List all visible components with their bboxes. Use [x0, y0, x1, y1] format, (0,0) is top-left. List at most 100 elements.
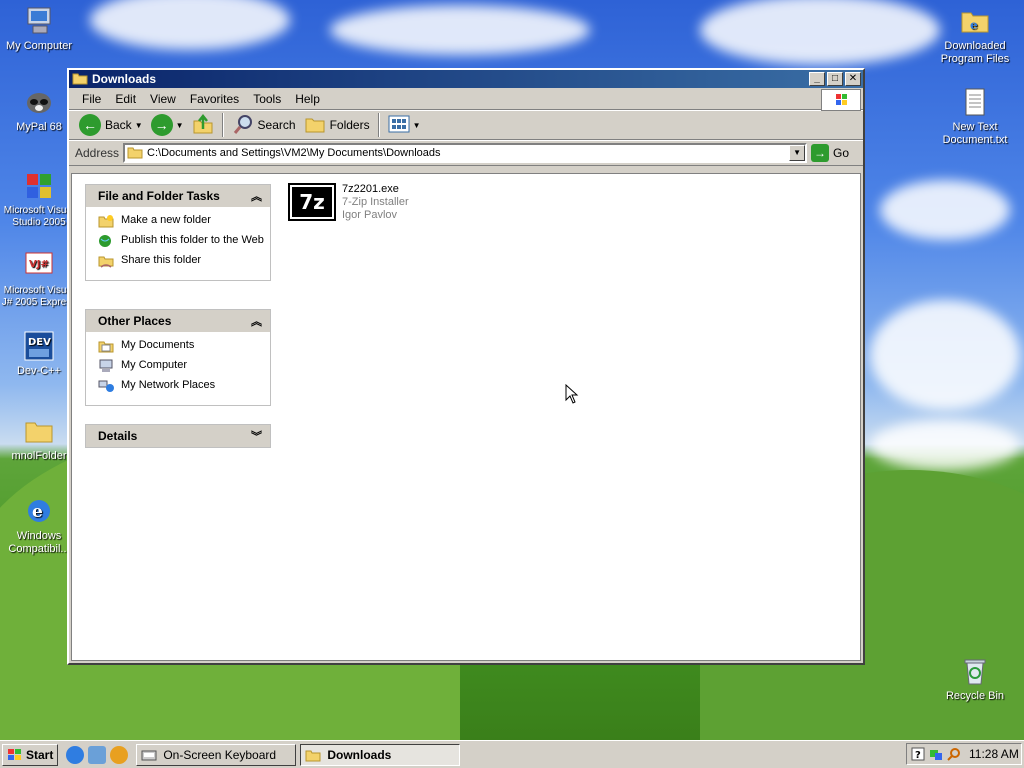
my-network-places-link[interactable]: My Network Places	[98, 379, 270, 393]
desktop-icon-label: Dev-C++	[16, 365, 62, 377]
search-button[interactable]: Search	[228, 112, 300, 138]
address-label: Address	[75, 146, 120, 160]
cloud	[870, 300, 1020, 410]
up-folder-button[interactable]	[188, 112, 218, 138]
network-icon	[98, 379, 114, 393]
desktop-icon-label: My Computer	[5, 40, 73, 52]
folders-button[interactable]: Folders	[300, 112, 374, 138]
folder-icon	[305, 748, 321, 762]
address-bar: Address C:\Documents and Settings\VM2\My…	[69, 140, 863, 166]
shared-folder-icon	[98, 254, 114, 268]
quick-launch	[66, 745, 132, 764]
svg-text:e: e	[32, 502, 43, 522]
make-new-folder-link[interactable]: Make a new folder	[98, 214, 270, 228]
menu-view[interactable]: View	[143, 90, 183, 108]
computer-icon	[23, 5, 55, 37]
other-places-pane: Other Places ︽ My Documents My Computer …	[85, 309, 271, 406]
other-places-header[interactable]: Other Places ︽	[86, 310, 270, 332]
my-documents-link[interactable]: My Documents	[98, 339, 270, 353]
task-label: Share this folder	[121, 254, 202, 266]
desktop-icon-recycle-bin[interactable]: Recycle Bin	[937, 655, 1013, 703]
desktop-icon-vjsharp[interactable]: VJ# Microsoft Visual J# 2005 Express	[1, 250, 77, 309]
go-button[interactable]: → Go	[811, 144, 849, 162]
collapse-chevron-icon[interactable]: ︽	[251, 188, 262, 204]
globe-icon	[98, 234, 114, 248]
views-icon	[388, 114, 410, 137]
desktop-icon-my-computer[interactable]: My Computer	[1, 5, 77, 53]
forward-button[interactable]: → ▼	[147, 112, 188, 138]
desktop-icon-mypal[interactable]: MyPal 68	[1, 86, 77, 134]
explorer-window[interactable]: Downloads _ □ ✕ File Edit View Favorites…	[67, 68, 865, 665]
address-input[interactable]: C:\Documents and Settings\VM2\My Documen…	[123, 143, 808, 163]
forward-arrow-icon: →	[150, 114, 173, 136]
help-icon[interactable]: ?	[911, 747, 925, 761]
system-tray: ? 11:28 AM	[906, 743, 1022, 765]
address-value: C:\Documents and Settings\VM2\My Documen…	[147, 147, 441, 159]
taskbar-button-on-screen-keyboard[interactable]: On-Screen Keyboard	[136, 743, 297, 766]
ie-icon: e	[23, 495, 55, 527]
start-button[interactable]: Start	[2, 743, 59, 766]
folder-content-area[interactable]: File and Folder Tasks ︽ Make a new folde…	[71, 173, 861, 661]
pane-title: Details	[98, 429, 138, 443]
desktop-icon-devcpp[interactable]: DEV Dev-C++	[1, 330, 77, 378]
cloud	[330, 5, 590, 55]
desktop-icon-new-text-doc[interactable]: New Text Document.txt	[937, 86, 1013, 147]
search-label: Search	[257, 118, 296, 132]
place-label: My Network Places	[121, 379, 216, 391]
publish-folder-link[interactable]: Publish this folder to the Web	[98, 234, 270, 248]
search-tray-icon[interactable]	[947, 747, 961, 761]
windows-logo-icon	[821, 89, 861, 111]
share-folder-link[interactable]: Share this folder	[98, 254, 270, 268]
documents-folder-icon	[98, 339, 114, 353]
taskbar: Start On-Screen Keyboard Downloads ? 11:…	[0, 740, 1024, 768]
outlook-icon[interactable]	[88, 745, 107, 764]
raccoon-browser-icon	[23, 86, 55, 118]
desktop-icon-mnolfolder[interactable]: mnolFolder	[1, 415, 77, 463]
dropdown-arrow-icon[interactable]: ▼	[176, 121, 184, 130]
back-label: Back	[105, 118, 132, 132]
text-file-icon	[959, 86, 991, 118]
media-player-icon[interactable]	[110, 745, 129, 764]
cloud	[870, 420, 1020, 470]
details-header[interactable]: Details ︾	[86, 425, 270, 447]
back-button[interactable]: ← Back ▼	[75, 112, 147, 138]
folder-up-icon	[192, 113, 214, 138]
folders-label: Folders	[329, 118, 370, 132]
task-label: Downloads	[327, 747, 392, 762]
minimize-button[interactable]: _	[809, 72, 825, 86]
file-folder-tasks-header[interactable]: File and Folder Tasks ︽	[86, 185, 270, 207]
file-item-7z2201[interactable]: 7z 7z2201.exe 7-Zip Installer Igor Pavlo…	[288, 183, 409, 222]
7zip-icon: 7z	[288, 183, 336, 221]
network-status-icon[interactable]	[929, 747, 943, 761]
visual-studio-icon	[23, 170, 55, 202]
clock[interactable]: 11:28 AM	[969, 747, 1019, 761]
address-dropdown-button[interactable]: ▼	[789, 145, 806, 161]
menu-help[interactable]: Help	[288, 90, 327, 108]
ie-folder-icon: e	[959, 5, 991, 37]
task-label: Publish this folder to the Web	[121, 234, 264, 246]
collapse-chevron-icon[interactable]: ︽	[251, 313, 262, 329]
desktop-icon-label: Recycle Bin	[945, 690, 1005, 702]
mouse-cursor-icon	[565, 383, 579, 407]
title-bar[interactable]: Downloads _ □ ✕	[69, 70, 863, 88]
keyboard-icon	[141, 748, 157, 762]
menu-file[interactable]: File	[75, 90, 108, 108]
my-computer-link[interactable]: My Computer	[98, 359, 270, 373]
menu-bar: File Edit View Favorites Tools Help	[69, 88, 863, 111]
desktop-icon-windows-compat[interactable]: e Windows Compatibil...	[1, 495, 77, 556]
dropdown-arrow-icon[interactable]: ▼	[135, 121, 143, 130]
desktop-icon-visual-studio[interactable]: Microsoft Visual Studio 2005	[1, 170, 77, 229]
dropdown-arrow-icon[interactable]: ▼	[413, 121, 421, 130]
desktop-icon-downloaded-program-files[interactable]: e Downloaded Program Files	[937, 5, 1013, 66]
taskbar-button-downloads[interactable]: Downloads	[300, 743, 461, 766]
task-label: Make a new folder	[121, 214, 211, 226]
place-label: My Computer	[121, 359, 188, 371]
menu-tools[interactable]: Tools	[246, 90, 288, 108]
expand-chevron-icon[interactable]: ︾	[251, 428, 262, 444]
maximize-button[interactable]: □	[827, 72, 843, 86]
views-button[interactable]: ▼	[384, 112, 425, 138]
close-button[interactable]: ✕	[845, 72, 861, 86]
menu-edit[interactable]: Edit	[108, 90, 143, 108]
ie-icon[interactable]	[66, 745, 85, 764]
menu-favorites[interactable]: Favorites	[183, 90, 246, 108]
